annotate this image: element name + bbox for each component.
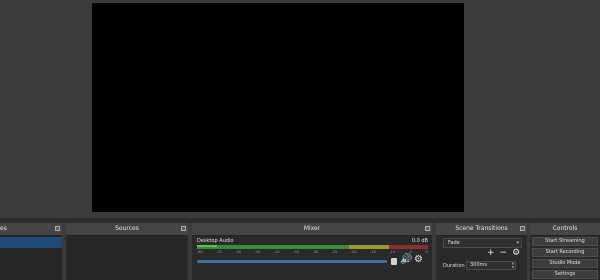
scenes-dock-title: es <box>0 223 62 236</box>
mixer-channel-name: Desktop Audio <box>197 238 234 244</box>
sources-dock-title: Sources <box>66 223 188 236</box>
volume-slider-handle[interactable] <box>391 258 397 265</box>
meter-tick: -40 <box>273 250 280 254</box>
studio-mode-button[interactable]: Studio Mode <box>532 259 598 268</box>
duration-label: Duration <box>443 263 465 269</box>
meter-tick: -30 <box>312 250 319 254</box>
duration-input[interactable]: 300ms ▲ ▼ <box>466 261 516 270</box>
controls-dock-title-text: Controls <box>552 225 578 232</box>
chevron-down-icon: ▾ <box>516 240 519 246</box>
mixer-dock-title-text: Mixer <box>303 225 321 232</box>
start-recording-button[interactable]: Start Recording <box>532 248 598 257</box>
settings-button[interactable]: Settings <box>532 270 598 279</box>
scenes-dock-title-text: es <box>0 225 7 232</box>
float-icon[interactable] <box>425 226 430 231</box>
meter-tick: -50 <box>235 250 242 254</box>
scene-transitions-dock: Scene Transitions Fade ▾ + − ⚙ Duration … <box>436 223 527 280</box>
scenes-list <box>0 236 62 280</box>
transitions-dock-title-text: Scene Transitions <box>455 225 508 232</box>
sources-list[interactable] <box>68 238 186 280</box>
transitions-dock-title: Scene Transitions <box>436 223 527 236</box>
sources-dock-title-text: Sources <box>115 225 139 232</box>
gear-icon[interactable]: ⚙ <box>414 255 423 265</box>
transition-select-value: Fade <box>448 240 460 246</box>
transition-actions: + − ⚙ <box>487 249 520 258</box>
meter-ticks: -60 -55 -50 -45 -40 -35 -30 -25 -20 -15 … <box>197 250 428 256</box>
scenes-dock: es <box>0 223 62 280</box>
duration-value: 300ms <box>470 262 488 268</box>
meter-tick: -55 <box>216 250 222 254</box>
meter-tick: -10 <box>389 250 396 254</box>
transitions-body: Fade ▾ + − ⚙ Duration 300ms ▲ ▼ <box>436 236 527 280</box>
start-streaming-button[interactable]: Start Streaming <box>532 237 598 246</box>
controls-dock-title: Controls <box>530 223 600 236</box>
controls-body: Start Streaming Start Recording Studio M… <box>530 236 600 280</box>
mixer-channel: Desktop Audio 0.0 dB -60 -55 -50 -45 -40… <box>192 236 432 280</box>
preview-canvas[interactable] <box>92 3 464 212</box>
mixer-dock: Mixer Desktop Audio 0.0 dB -60 -55 -50 -… <box>192 223 432 280</box>
meter-tick: -45 <box>254 250 261 254</box>
controls-dock: Controls Start Streaming Start Recording… <box>530 223 600 280</box>
float-icon[interactable] <box>55 226 60 231</box>
preview-area <box>0 0 600 218</box>
volume-meter <box>197 245 428 249</box>
mixer-channel-level: 0.0 dB <box>411 238 428 244</box>
sources-dock: Sources <box>66 223 188 280</box>
scene-item-selected[interactable] <box>0 237 62 248</box>
meter-tick: -25 <box>331 250 338 254</box>
remove-icon[interactable]: − <box>500 249 508 258</box>
meter-tick: -20 <box>350 250 357 254</box>
meter-tick: -60 <box>197 250 203 254</box>
meter-green-zone <box>197 245 350 249</box>
transition-select[interactable]: Fade ▾ <box>443 238 522 248</box>
gear-icon[interactable]: ⚙ <box>512 249 520 258</box>
meter-active-level <box>197 245 217 247</box>
volume-slider[interactable] <box>197 260 387 263</box>
add-icon[interactable]: + <box>487 249 495 258</box>
meter-red-zone <box>388 245 428 249</box>
speaker-icon[interactable]: 🔊 <box>400 255 412 265</box>
meter-tick: 0 <box>425 250 428 254</box>
mixer-dock-title: Mixer <box>192 223 432 236</box>
float-icon[interactable] <box>520 226 525 231</box>
meter-yellow-zone <box>349 245 389 249</box>
float-icon[interactable] <box>181 226 186 231</box>
meter-tick: -15 <box>370 250 376 254</box>
meter-tick: -35 <box>293 250 299 254</box>
spinner-icon[interactable]: ▲ ▼ <box>512 261 514 269</box>
